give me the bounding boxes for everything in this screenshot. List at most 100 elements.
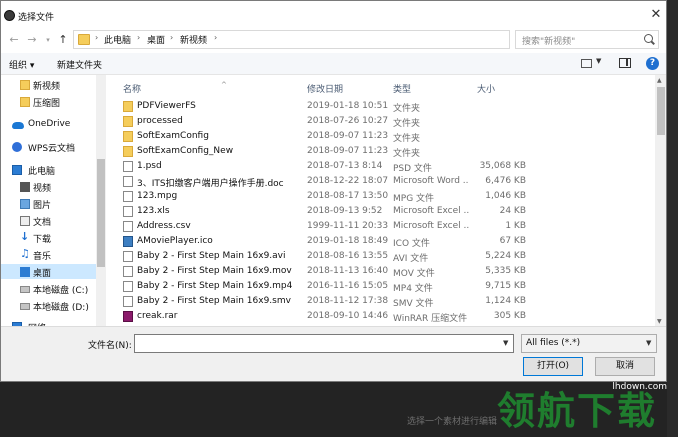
file-list-scrollbar-thumb[interactable]	[657, 87, 665, 135]
file-type-filter-select[interactable]: All files (*.*) ▼	[521, 334, 657, 353]
file-row[interactable]: AMoviePlayer.ico 2019-01-18 18:49 ICO 文件 67…	[109, 234, 649, 249]
file-row[interactable]: SoftExamConfig_New 2018-09-07 11:23 文件夹	[109, 144, 649, 159]
drive-icon	[20, 303, 30, 310]
file-icon	[123, 176, 133, 187]
file-row[interactable]: Baby 2 - First Step Main 16x9.smv 2018-11…	[109, 294, 649, 309]
file-date: 2018-08-16 13:55	[307, 251, 389, 261]
sidebar-item-videos[interactable]: 视频	[1, 179, 96, 194]
file-type: AVI 文件	[393, 254, 429, 264]
organize-menu[interactable]: 组织 ▾	[9, 58, 34, 71]
sidebar-item-label: 此电脑	[28, 167, 56, 177]
sidebar-item-wps-cloud[interactable]: WPS云文档	[1, 139, 96, 154]
file-row[interactable]: 123.mpg 2018-08-17 13:50 MPG 文件 1,046 KB	[109, 189, 649, 204]
archive-icon	[123, 311, 133, 322]
forward-arrow-icon[interactable]: →	[25, 32, 39, 48]
up-arrow-icon[interactable]: ↑	[56, 32, 70, 48]
sidebar-item-music[interactable]: 音乐	[1, 247, 96, 262]
file-type: MOV 文件	[393, 269, 435, 279]
close-icon[interactable]: ✕	[649, 7, 663, 23]
music-icon	[20, 247, 30, 260]
file-date: 2018-09-10 14:46	[307, 311, 389, 321]
scroll-up-icon[interactable]: ▲	[657, 77, 662, 84]
scroll-down-icon[interactable]: ▼	[657, 318, 662, 325]
file-name: Address.csv	[137, 221, 191, 231]
search-icon	[644, 34, 653, 43]
file-date: 2018-12-22 18:07	[307, 176, 389, 186]
sidebar-item-onedrive[interactable]: OneDrive	[1, 117, 96, 132]
file-size: 1 KB	[505, 221, 526, 231]
file-row[interactable]: processed 2018-07-26 10:27 文件夹	[109, 114, 649, 129]
sidebar-item-pictures[interactable]: 图片	[1, 196, 96, 211]
view-options-chevron-icon[interactable]: ▼	[596, 57, 601, 65]
file-name: 1.psd	[137, 161, 162, 171]
file-size: 5,335 KB	[485, 266, 526, 276]
sidebar-item-new-video[interactable]: 新视频	[1, 77, 96, 92]
column-header-date[interactable]: 修改日期	[307, 82, 343, 95]
app-icon	[4, 10, 15, 21]
onedrive-icon	[12, 122, 24, 129]
file-name: creak.rar	[137, 311, 178, 321]
file-row[interactable]: PDFViewerFS 2019-01-18 10:51 文件夹	[109, 99, 649, 114]
column-header-type[interactable]: 类型	[393, 82, 411, 95]
help-icon[interactable]: ?	[646, 57, 659, 70]
sidebar-item-this-pc[interactable]: 此电脑	[1, 162, 96, 177]
sidebar-item-desktop[interactable]: 桌面	[1, 264, 96, 279]
recent-locations-chevron-icon[interactable]: ▾	[41, 32, 55, 48]
file-type-filter-value: All files (*.*)	[526, 338, 581, 348]
view-options-icon[interactable]	[581, 59, 592, 68]
preview-pane-icon[interactable]	[619, 58, 631, 68]
breadcrumb-desktop[interactable]: 桌面	[147, 33, 165, 46]
file-name: SoftExamConfig_New	[137, 146, 234, 156]
column-header-size[interactable]: 大小	[477, 82, 495, 95]
sidebar-item-network[interactable]: 网络	[1, 319, 96, 326]
column-header-name[interactable]: 名称 ^	[123, 81, 227, 95]
file-row[interactable]: 1.psd 2018-07-13 8:14 PSD 文件 35,068 KB	[109, 159, 649, 174]
file-row[interactable]: creak.rar 2018-09-10 14:46 WinRAR 压缩文件 305 …	[109, 309, 649, 324]
address-bar[interactable]: › 此电脑 › 桌面 › 新视频 › ▾ ↻	[73, 30, 575, 49]
file-row[interactable]: Baby 2 - First Step Main 16x9.mp4 2016-11…	[109, 279, 649, 294]
sidebar-item-local-disk-c[interactable]: 本地磁盘 (C:)	[1, 281, 96, 296]
file-row[interactable]: Baby 2 - First Step Main 16x9.mov 2018-11…	[109, 264, 649, 279]
file-type: 文件夹	[393, 119, 421, 129]
file-date: 2018-07-13 8:14	[307, 161, 383, 171]
new-folder-button[interactable]: 新建文件夹	[57, 58, 102, 71]
search-input[interactable]: 搜索"新视频"	[515, 30, 659, 49]
filename-input[interactable]: ▼	[134, 334, 514, 353]
file-type: 文件夹	[393, 134, 421, 144]
back-arrow-icon[interactable]: ←	[7, 32, 21, 48]
file-name: PDFViewerFS	[137, 101, 196, 111]
sidebar-item-label: 下载	[33, 235, 52, 245]
sidebar-item-compressed-images[interactable]: 压缩图	[1, 94, 96, 109]
sidebar-item-label: 压缩图	[33, 99, 61, 109]
sidebar-item-label: 文档	[33, 218, 52, 228]
file-type: Microsoft Excel ...	[393, 206, 469, 216]
sidebar-scrollbar-thumb[interactable]	[97, 159, 105, 267]
folder-icon	[123, 101, 133, 112]
breadcrumb-separator-icon: ›	[137, 33, 141, 42]
folder-icon	[123, 116, 133, 127]
breadcrumb-new-video[interactable]: 新视频	[180, 33, 207, 46]
file-row[interactable]: SoftExamConfig 2018-09-07 11:23 文件夹	[109, 129, 649, 144]
cancel-button[interactable]: 取消	[595, 357, 655, 376]
file-date: 2019-01-18 18:49	[307, 236, 389, 246]
file-row[interactable]: Baby 2 - First Step Main 16x9.avi 2018-08…	[109, 249, 649, 264]
sidebar-item-downloads[interactable]: 下载	[1, 230, 96, 245]
file-row[interactable]: 123.xls 2018-09-13 9:52 Microsoft Excel ..…	[109, 204, 649, 219]
sidebar-item-documents[interactable]: 文档	[1, 213, 96, 228]
file-type: PSD 文件	[393, 164, 432, 174]
file-row[interactable]: Address.csv 1999-11-11 20:33 Microsoft Exc…	[109, 219, 649, 234]
sidebar-item-local-disk-d[interactable]: 本地磁盘 (D:)	[1, 298, 96, 313]
navigation-bar: ← → ▾ ↑ › 此电脑 › 桌面 › 新视频 › ▾ ↻ 搜索"新视频"	[1, 29, 666, 51]
video-icon	[20, 182, 30, 192]
sidebar-item-label: 视频	[33, 184, 52, 194]
file-row[interactable]: 3、ITS扣缴客户端用户操作手册.doc 2018-12-22 18:07 Micr…	[109, 174, 649, 189]
file-size: 35,068 KB	[479, 161, 526, 171]
sidebar-item-label: OneDrive	[28, 119, 71, 129]
filename-history-chevron-icon[interactable]: ▼	[503, 339, 508, 347]
open-button[interactable]: 打开(O)	[523, 357, 583, 376]
file-size: 305 KB	[493, 311, 526, 321]
file-size: 67 KB	[499, 236, 526, 246]
file-size: 1,046 KB	[485, 191, 526, 201]
file-type: SMV 文件	[393, 299, 434, 309]
breadcrumb-this-pc[interactable]: 此电脑	[104, 33, 131, 46]
